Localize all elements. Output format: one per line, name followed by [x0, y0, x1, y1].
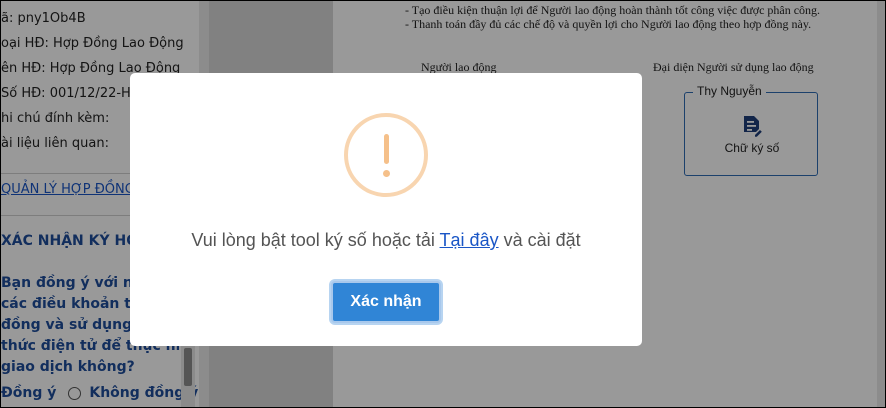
- warning-icon-bar: [384, 134, 389, 164]
- app-window: ã: pny1Ob4B oại HĐ: Hợp Đồng Lao Động ên…: [0, 0, 886, 408]
- warning-icon-dot: [383, 170, 390, 177]
- download-link[interactable]: Tại đây: [440, 230, 499, 250]
- confirm-button[interactable]: Xác nhận: [331, 281, 441, 323]
- alert-dialog: Vui lòng bật tool ký số hoặc tải Tại đây…: [130, 73, 642, 346]
- alert-message-before: Vui lòng bật tool ký số hoặc tải: [191, 230, 440, 250]
- alert-message: Vui lòng bật tool ký số hoặc tải Tại đây…: [130, 230, 642, 251]
- alert-message-after: và cài đặt: [498, 230, 581, 250]
- warning-icon: [344, 113, 428, 197]
